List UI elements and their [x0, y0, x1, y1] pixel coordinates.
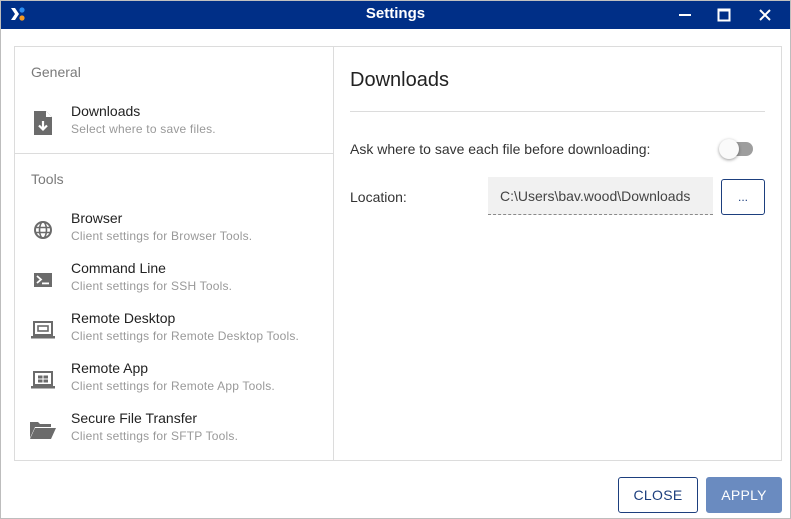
laptop-icon [29, 316, 57, 344]
sidebar-divider [15, 153, 333, 154]
laptop-app-icon [29, 366, 57, 394]
ask-before-download-toggle[interactable] [719, 139, 755, 159]
close-window-button[interactable] [745, 1, 785, 29]
nav-title: Remote App [71, 360, 149, 376]
globe-icon [29, 216, 57, 244]
nav-description: Client settings for Remote Desktop Tools… [71, 329, 300, 343]
settings-window: Settings General Downloads Select where … [0, 0, 791, 519]
minimize-icon [679, 14, 691, 16]
apply-button[interactable]: APPLY [706, 477, 782, 513]
minimize-button[interactable] [665, 1, 705, 29]
nav-description: Client settings for Remote App Tools. [71, 379, 275, 393]
section-label-general: General [31, 64, 81, 80]
nav-title: Command Line [71, 260, 166, 276]
file-download-icon [29, 109, 57, 137]
sidebar-item-remote-desktop[interactable]: Remote Desktop Client settings for Remot… [15, 310, 333, 354]
nav-title: Browser [71, 210, 123, 226]
nav-title: Remote Desktop [71, 310, 176, 326]
nav-description: Client settings for Browser Tools. [71, 229, 253, 243]
nav-title: Downloads [71, 103, 141, 119]
terminal-icon [29, 266, 57, 294]
title-bar: Settings [1, 1, 790, 29]
location-input[interactable] [488, 177, 713, 215]
maximize-icon [717, 8, 731, 22]
settings-panel: General Downloads Select where to save f… [14, 46, 782, 461]
section-label-tools: Tools [31, 171, 64, 187]
sidebar-item-downloads[interactable]: Downloads Select where to save files. [15, 103, 333, 147]
maximize-button[interactable] [704, 1, 744, 29]
browse-button[interactable]: ... [721, 179, 765, 215]
nav-description: Select where to save files. [71, 122, 216, 136]
sidebar-item-remote-app[interactable]: Remote App Client settings for Remote Ap… [15, 360, 333, 404]
nav-title: Secure File Transfer [71, 410, 198, 426]
ask-before-download-label: Ask where to save each file before downl… [350, 141, 651, 157]
location-label: Location: [350, 189, 407, 205]
nav-description: Client settings for SFTP Tools. [71, 429, 239, 443]
close-icon [759, 9, 771, 21]
close-button[interactable]: CLOSE [618, 477, 698, 513]
sidebar-item-browser[interactable]: Browser Client settings for Browser Tool… [15, 210, 333, 254]
page-title: Downloads [350, 69, 449, 91]
folder-open-icon [29, 416, 57, 444]
sidebar-item-command-line[interactable]: Command Line Client settings for SSH Too… [15, 260, 333, 304]
settings-sidebar: General Downloads Select where to save f… [15, 47, 334, 460]
nav-description: Client settings for SSH Tools. [71, 279, 233, 293]
toggle-thumb [719, 139, 739, 159]
sidebar-item-secure-file-transfer[interactable]: Secure File Transfer Client settings for… [15, 410, 333, 454]
settings-content: Downloads Ask where to save each file be… [335, 47, 781, 460]
content-divider [350, 111, 765, 112]
